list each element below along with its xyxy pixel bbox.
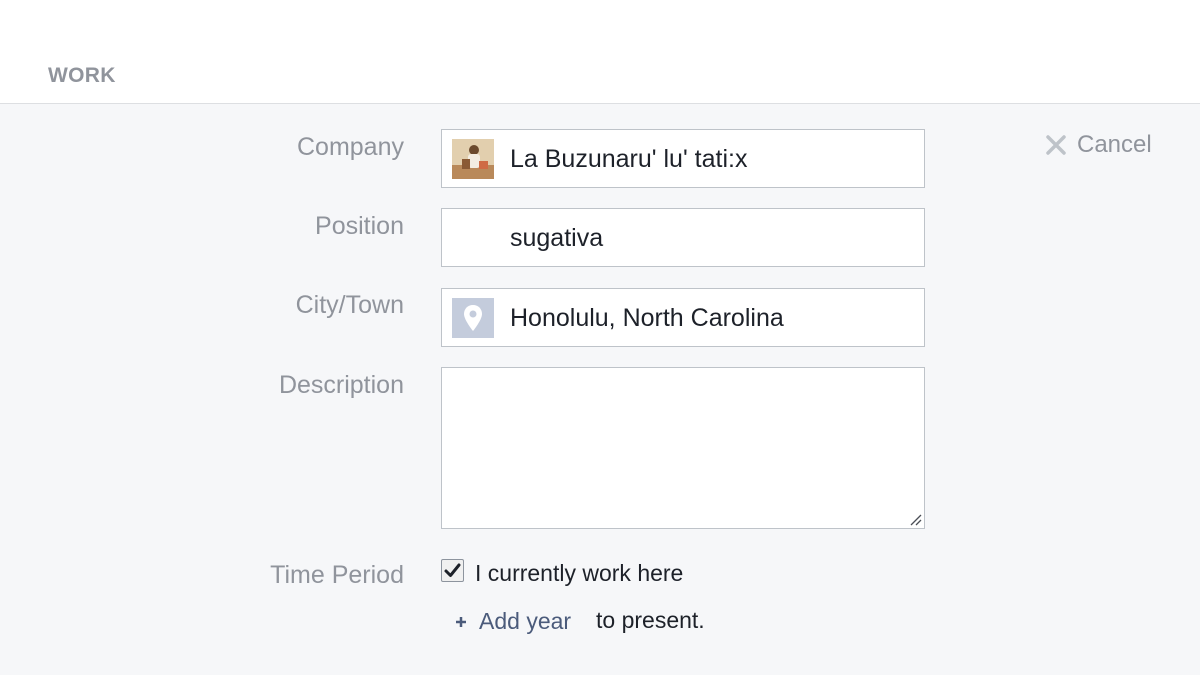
map-pin-icon [452, 298, 494, 338]
section-header: WORK [0, 0, 1200, 104]
company-label: Company [297, 133, 404, 161]
position-field[interactable]: sugativa [441, 208, 925, 267]
city-field[interactable]: Honolulu, North Carolina [441, 288, 925, 347]
checkmark-icon [444, 563, 461, 577]
company-value: La Buzunaru' lu' tati:x [510, 145, 748, 173]
close-icon [1046, 135, 1066, 155]
section-title: WORK [48, 64, 116, 87]
company-thumbnail [452, 139, 494, 179]
resize-handle-icon[interactable] [908, 512, 922, 526]
city-label: City/Town [295, 291, 404, 319]
plus-icon [456, 616, 466, 627]
description-label: Description [278, 371, 404, 399]
cancel-button[interactable]: Cancel [1045, 131, 1152, 159]
to-present-text: to present. [596, 607, 705, 633]
position-label: Position [315, 212, 404, 240]
cancel-label: Cancel [1077, 131, 1152, 158]
add-year-label: Add year [479, 608, 572, 634]
current-work-label[interactable]: I currently work here [475, 560, 683, 587]
description-textarea[interactable] [441, 367, 925, 529]
add-year-link[interactable]: Add year [454, 608, 571, 635]
time-period-label: Time Period [270, 561, 404, 589]
current-work-checkbox[interactable] [441, 559, 464, 582]
city-value: Honolulu, North Carolina [510, 304, 784, 332]
position-value: sugativa [510, 224, 604, 252]
company-field[interactable]: La Buzunaru' lu' tati:x [441, 129, 925, 188]
